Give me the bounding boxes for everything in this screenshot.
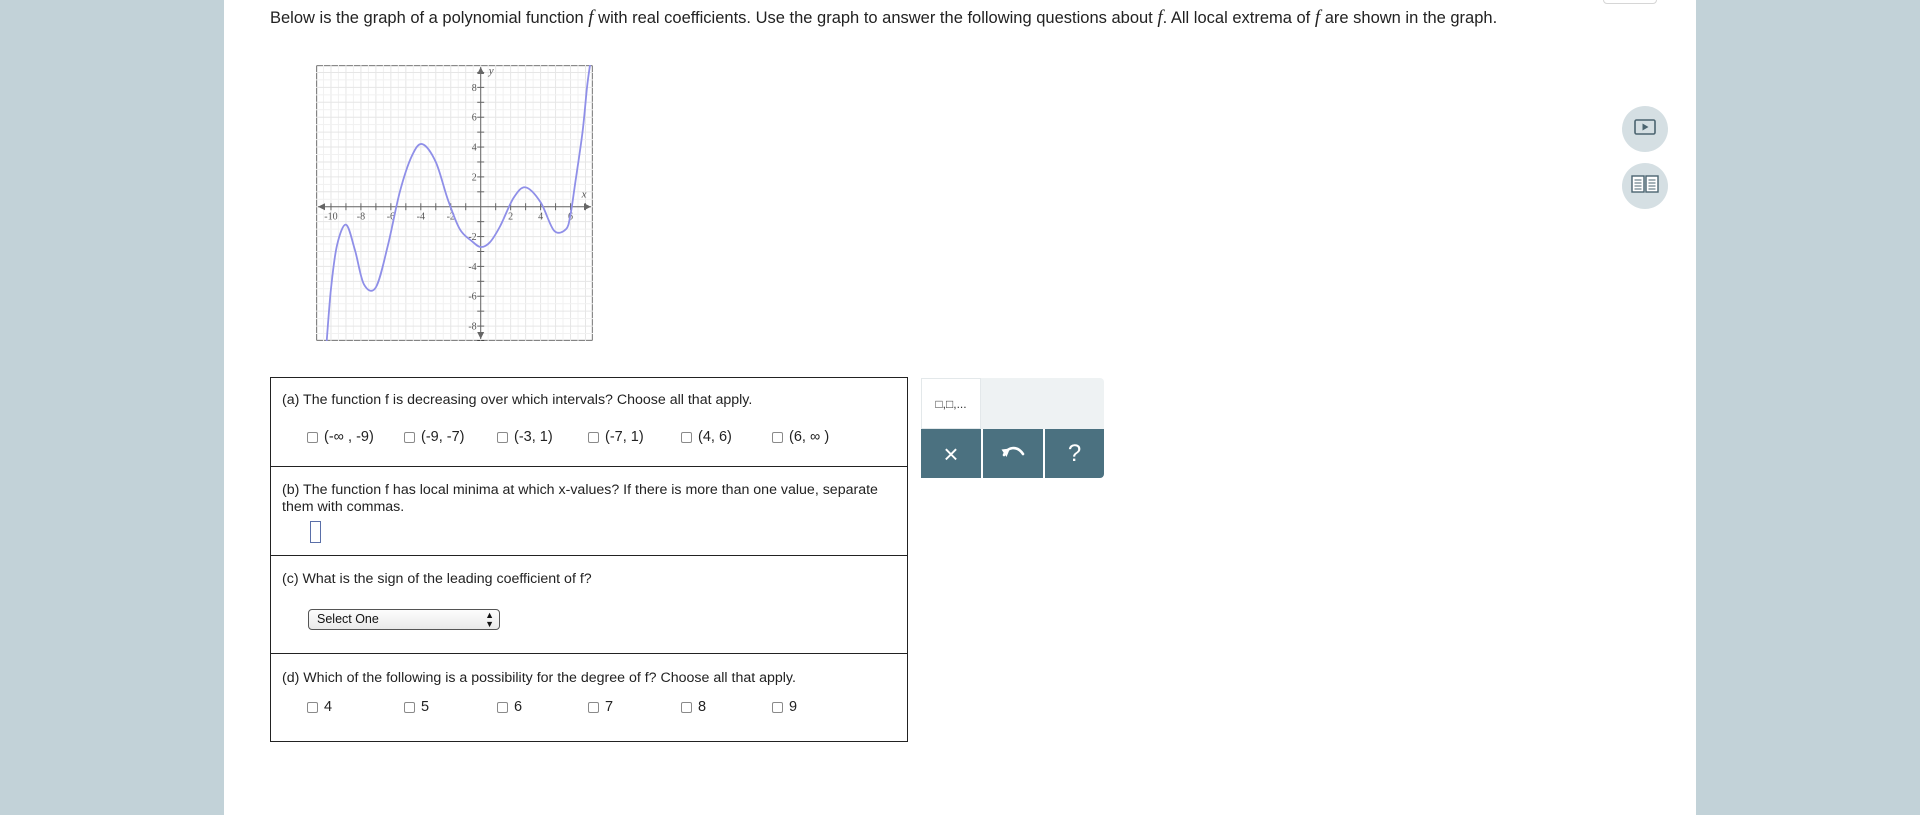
checkbox[interactable] — [307, 701, 318, 713]
y-tick-label: 2 — [472, 172, 477, 183]
checkbox[interactable] — [588, 701, 599, 713]
select-arrows-icon: ▲ ▼ — [485, 610, 494, 629]
question-parts: (a) The function f is decreasing over wh… — [270, 377, 908, 742]
part-c: (c) What is the sign of the leading coef… — [271, 556, 907, 654]
close-icon: × — [943, 438, 959, 469]
y-tick-label: -4 — [468, 262, 476, 273]
degree-option-label: 9 — [789, 699, 798, 715]
undo-button[interactable] — [983, 429, 1043, 478]
interval-option[interactable]: (-∞ , -9) — [307, 429, 374, 445]
local-minima-answer-input[interactable] — [310, 521, 321, 543]
degree-option-label: 6 — [514, 699, 523, 715]
polynomial-graph: -10 -8 -6 -4 -2 2 4 6 8 6 4 2 -2 -4 -6 -8 x y — [316, 65, 593, 341]
question-intro: Below is the graph of a polynomial funct… — [270, 7, 1498, 28]
checkbox[interactable] — [588, 431, 599, 443]
interval-option[interactable]: (-3, 1) — [497, 429, 553, 445]
clear-button[interactable]: × — [921, 429, 981, 478]
y-tick-label: 6 — [472, 113, 477, 124]
part-d: (d) Which of the following is a possibil… — [271, 654, 907, 740]
checkbox[interactable] — [772, 701, 783, 713]
checkbox[interactable] — [681, 701, 692, 713]
y-axis-label: y — [488, 65, 494, 77]
degree-option[interactable]: 4 — [307, 699, 332, 715]
degree-option-label: 5 — [421, 699, 430, 715]
interval-option[interactable]: (-9, -7) — [404, 429, 465, 445]
y-tick-label: 8 — [472, 83, 477, 94]
degree-option[interactable]: 6 — [497, 699, 522, 715]
x-axis-label: x — [581, 189, 587, 201]
degree-option-label: 8 — [698, 699, 707, 715]
degree-option[interactable]: 9 — [772, 699, 797, 715]
interval-option-label: (-3, 1) — [514, 429, 553, 445]
x-tick-label: -10 — [324, 212, 337, 223]
part-b: (b) The function f has local minima at w… — [271, 467, 907, 556]
checkbox[interactable] — [404, 701, 415, 713]
interval-option[interactable]: (4, 6) — [681, 429, 732, 445]
graph-frame — [316, 65, 593, 341]
leading-coefficient-select[interactable]: Select One ▲ ▼ — [308, 609, 500, 630]
select-value: Select One — [317, 612, 379, 626]
part-a: (a) The function f is decreasing over wh… — [271, 378, 907, 467]
interval-option-label: (-∞ , -9) — [324, 429, 374, 445]
undo-icon — [1000, 443, 1026, 464]
x-tick-label: -8 — [357, 212, 365, 223]
list-template-button[interactable]: □,□,... — [921, 378, 981, 429]
help-label: ? — [1067, 439, 1082, 467]
graph-svg: -10 -8 -6 -4 -2 2 4 68642-2-4-6-8xy — [316, 65, 593, 341]
interval-option[interactable]: (-7, 1) — [588, 429, 644, 445]
y-tick-label: 4 — [472, 143, 477, 154]
checkbox[interactable] — [404, 431, 415, 443]
part-b-text: (b) The function f has local minima at w… — [282, 482, 878, 515]
interval-option-label: (-9, -7) — [421, 429, 465, 445]
x-tick-label: 2 — [508, 212, 513, 223]
checkbox[interactable] — [497, 701, 508, 713]
part-d-text: (d) Which of the following is a possibil… — [282, 670, 796, 686]
help-button[interactable]: ? — [1045, 429, 1104, 478]
degree-option[interactable]: 5 — [404, 699, 429, 715]
checkbox[interactable] — [681, 431, 692, 443]
book-icon — [1631, 174, 1659, 198]
textbook-button[interactable] — [1622, 163, 1668, 209]
answer-toolbar: □,□,... × ? — [921, 378, 1104, 479]
list-template-label: □,□,... — [935, 396, 967, 411]
play-icon — [1634, 118, 1656, 140]
checkbox[interactable] — [307, 431, 318, 443]
part-c-text: (c) What is the sign of the leading coef… — [282, 571, 592, 587]
checkbox[interactable] — [772, 431, 783, 443]
play-video-button[interactable] — [1622, 106, 1668, 152]
degree-option[interactable]: 7 — [588, 699, 613, 715]
checkbox[interactable] — [497, 431, 508, 443]
x-tick-label: 4 — [538, 212, 543, 223]
interval-option-label: (4, 6) — [698, 429, 732, 445]
top-tab[interactable] — [1603, 0, 1657, 4]
interval-option-label: (-7, 1) — [605, 429, 644, 445]
part-a-text: (a) The function f is decreasing over wh… — [282, 392, 753, 408]
y-tick-label: -8 — [468, 322, 476, 333]
interval-option[interactable]: (6, ∞ ) — [772, 429, 829, 445]
y-tick-label: -6 — [468, 292, 476, 303]
degree-option-label: 7 — [605, 699, 614, 715]
degree-option-label: 4 — [324, 699, 333, 715]
x-tick-label: -4 — [417, 212, 425, 223]
interval-option-label: (6, ∞ ) — [789, 429, 830, 445]
degree-option[interactable]: 8 — [681, 699, 706, 715]
